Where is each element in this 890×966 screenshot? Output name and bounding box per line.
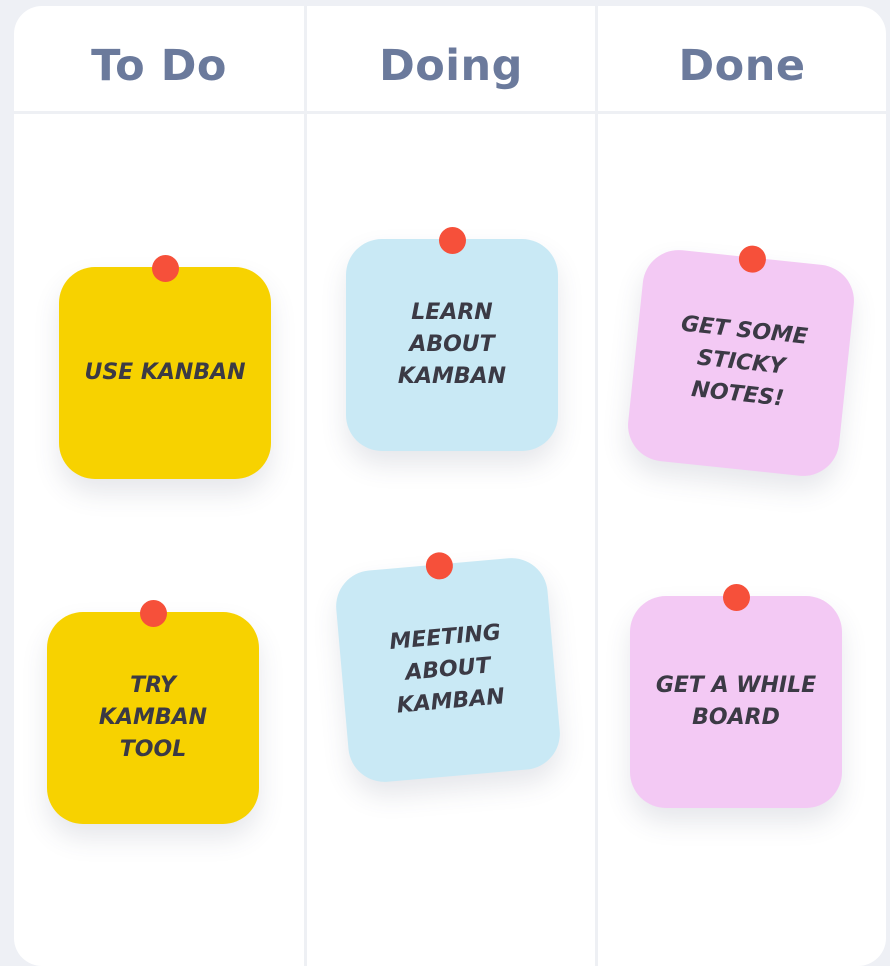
note-text: TRY KAMBAN TOOL	[98, 673, 208, 762]
pushpin-icon	[723, 584, 750, 611]
note-text: GET A WHILE BOARD	[655, 673, 817, 730]
note-text: GET SOME STICKY NOTES!	[679, 311, 809, 412]
pushpin-icon	[152, 255, 179, 282]
sticky-note-learn-about-kamban[interactable]: LEARN ABOUT KAMBAN	[346, 227, 558, 451]
note-text: USE KANBAN	[84, 360, 246, 385]
column-title-doing: Doing	[379, 41, 523, 91]
sticky-note-meeting-about-kamban[interactable]: MEETING ABOUT KAMBAN	[333, 551, 563, 785]
pushpin-icon	[439, 227, 466, 254]
sticky-note-get-sticky-notes[interactable]: GET SOME STICKY NOTES!	[624, 244, 858, 480]
column-divider	[595, 6, 598, 966]
column-divider	[304, 6, 307, 966]
kanban-board: To Do Doing Done USE KANBAN TRY KAMBAN T…	[14, 6, 886, 966]
pushpin-icon	[424, 551, 455, 581]
note-text: MEETING ABOUT KAMBAN	[388, 620, 506, 719]
column-title-done: Done	[678, 41, 806, 91]
pushpin-icon	[737, 244, 768, 274]
sticky-note-try-kamban-tool[interactable]: TRY KAMBAN TOOL	[47, 600, 259, 824]
header-divider	[14, 111, 886, 114]
pushpin-icon	[140, 600, 167, 627]
note-text: LEARN ABOUT KAMBAN	[397, 300, 507, 389]
sticky-note-use-kanban[interactable]: USE KANBAN	[59, 255, 271, 479]
column-title-todo: To Do	[91, 41, 227, 91]
sticky-note-get-a-while-board[interactable]: GET A WHILE BOARD	[630, 584, 842, 808]
